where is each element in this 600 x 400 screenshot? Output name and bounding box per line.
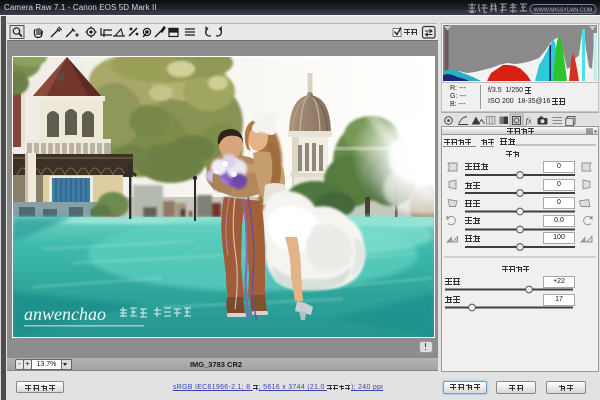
svg-text:WWW.MISSYUAN.COM: WWW.MISSYUAN.COM (534, 8, 593, 14)
svg-text:anwenchao: anwenchao (24, 304, 106, 324)
svg-text:fx: fx (526, 116, 532, 126)
